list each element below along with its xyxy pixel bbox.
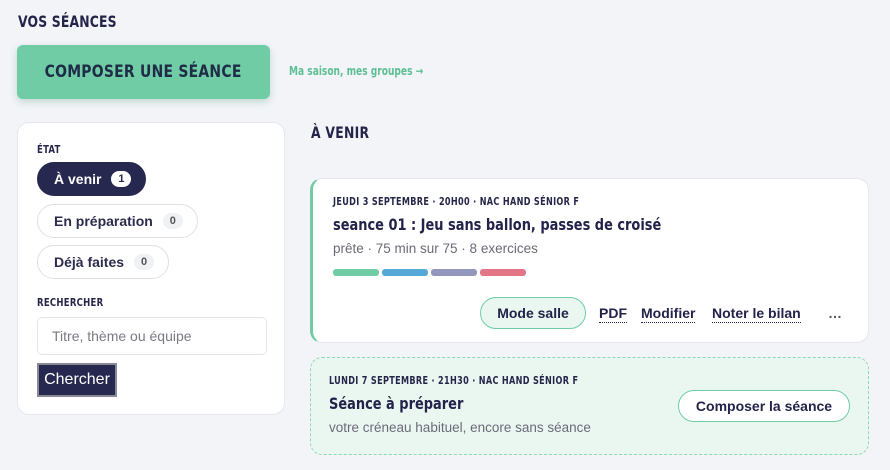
- pending-subtitle: votre créneau habituel, encore sans séan…: [329, 420, 591, 435]
- filter-upcoming[interactable]: À venir 1: [37, 162, 147, 196]
- more-options-icon[interactable]: …: [828, 305, 843, 321]
- review-link[interactable]: Noter le bilan: [712, 305, 801, 323]
- search-label: RECHERCHER: [37, 296, 104, 309]
- pending-session-card: LUNDI 7 SEPTEMBRE · 21H30 · NAC HAND SÉN…: [310, 357, 869, 455]
- theme-bar-2: [382, 269, 428, 276]
- compose-session-button[interactable]: COMPOSER UNE SÉANCE: [17, 45, 270, 99]
- filter-in-preparation[interactable]: En préparation 0: [37, 204, 198, 238]
- session-theme-bars: [333, 269, 526, 276]
- compose-session-label: COMPOSER UNE SÉANCE: [45, 62, 242, 82]
- session-meta: JEUDI 3 SEPTEMBRE · 20H00 · NAC HAND SÉN…: [333, 195, 580, 208]
- edit-link[interactable]: Modifier: [641, 305, 696, 323]
- filter-upcoming-label: À venir: [54, 171, 102, 187]
- theme-bar-1: [333, 269, 379, 276]
- filter-sidebar: ÉTAT À venir 1 En préparation 0 Déjà fai…: [17, 122, 285, 415]
- filter-in-preparation-label: En préparation: [54, 213, 153, 229]
- theme-bar-4: [480, 269, 526, 276]
- pending-title: Séance à préparer: [329, 394, 464, 413]
- search-button[interactable]: Chercher: [37, 363, 117, 397]
- filter-done[interactable]: Déjà faites 0: [37, 245, 170, 279]
- filter-in-preparation-count: 0: [162, 213, 183, 229]
- filter-done-label: Déjà faites: [54, 254, 125, 270]
- compose-pending-session-button[interactable]: Composer la séance: [678, 390, 850, 422]
- page-title: VOS SÉANCES: [18, 12, 117, 31]
- session-card: JEUDI 3 SEPTEMBRE · 20H00 · NAC HAND SÉN…: [310, 178, 869, 343]
- pdf-link[interactable]: PDF: [599, 305, 627, 323]
- search-input[interactable]: [37, 317, 267, 355]
- pending-meta: LUNDI 7 SEPTEMBRE · 21H30 · NAC HAND SÉN…: [329, 374, 579, 387]
- mode-salle-button[interactable]: Mode salle: [480, 297, 586, 329]
- session-subtitle: prête · 75 min sur 75 · 8 exercices: [333, 241, 538, 256]
- session-title: seance 01 : Jeu sans ballon, passes de c…: [333, 215, 662, 234]
- theme-bar-3: [431, 269, 477, 276]
- filter-upcoming-count: 1: [111, 171, 132, 187]
- state-label: ÉTAT: [37, 143, 61, 156]
- section-title-upcoming: À VENIR: [311, 123, 370, 142]
- season-groups-link[interactable]: Ma saison, mes groupes →: [289, 64, 423, 78]
- filter-done-count: 0: [134, 254, 155, 270]
